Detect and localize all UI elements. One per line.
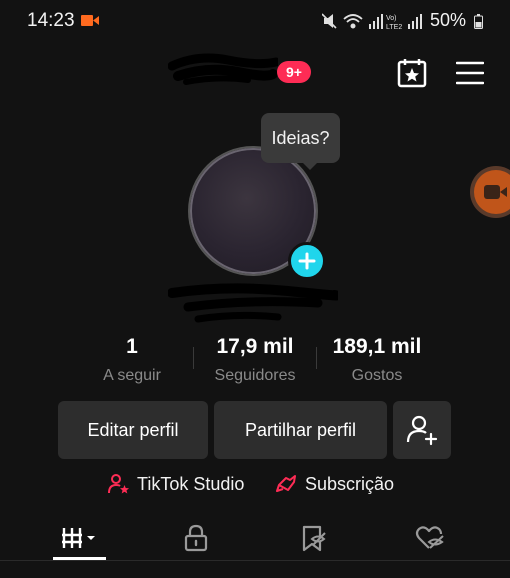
subscription-link[interactable]: Subscrição — [276, 472, 394, 496]
battery-percent: 50% — [430, 10, 467, 30]
status-icons: Vo) LTE2 — [322, 13, 422, 30]
tiktok-studio-link[interactable]: TikTok Studio — [108, 472, 244, 496]
redacted-username[interactable] — [168, 52, 278, 86]
status-time: 14:23 — [27, 10, 75, 31]
battery-icon — [474, 14, 483, 29]
add-user-icon — [406, 415, 438, 446]
likes-count: 189,1 mil — [332, 335, 422, 358]
plus-icon — [298, 252, 316, 270]
chevron-down-icon — [87, 536, 95, 540]
tiktok-studio-label: TikTok Studio — [137, 473, 245, 494]
signal-icon-2 — [408, 14, 422, 29]
redacted-display-name — [168, 283, 338, 323]
wifi-icon — [343, 14, 363, 29]
live-camera-button[interactable] — [474, 170, 510, 214]
tooltip-tail — [300, 160, 320, 170]
add-friend-button[interactable] — [393, 401, 451, 459]
subscription-icon — [276, 475, 296, 492]
tab-private[interactable] — [146, 518, 246, 558]
add-avatar-button[interactable] — [288, 242, 326, 280]
ideas-tooltip[interactable]: Ideias? — [261, 113, 340, 163]
tab-videos[interactable] — [30, 518, 130, 558]
grid-icon — [62, 528, 95, 548]
subscription-label: Subscrição — [305, 473, 395, 494]
saved-hidden-icon — [302, 525, 326, 552]
tab-saved[interactable] — [263, 518, 363, 558]
lock-icon — [184, 524, 208, 552]
mute-icon — [322, 13, 337, 29]
tab-liked[interactable] — [380, 518, 480, 558]
menu-icon[interactable] — [456, 60, 484, 86]
likes-label: Gostos — [351, 367, 403, 384]
stat-likes[interactable]: 189,1 mil Gostos — [302, 335, 452, 385]
calendar-star-icon[interactable] — [396, 57, 428, 89]
tabs-divider — [0, 560, 510, 561]
signal-icon — [369, 14, 383, 29]
notification-badge[interactable]: 9+ — [277, 61, 311, 83]
edit-profile-button[interactable]: Editar perfil — [58, 401, 208, 459]
screen-record-icon — [81, 15, 99, 26]
share-profile-button[interactable]: Partilhar perfil — [214, 401, 387, 459]
liked-hidden-icon — [415, 526, 444, 549]
network-label: Vo) — [386, 15, 397, 22]
video-camera-icon — [484, 185, 507, 199]
studio-user-star-icon — [108, 474, 129, 494]
svg-text:LTE2: LTE2 — [386, 24, 402, 30]
